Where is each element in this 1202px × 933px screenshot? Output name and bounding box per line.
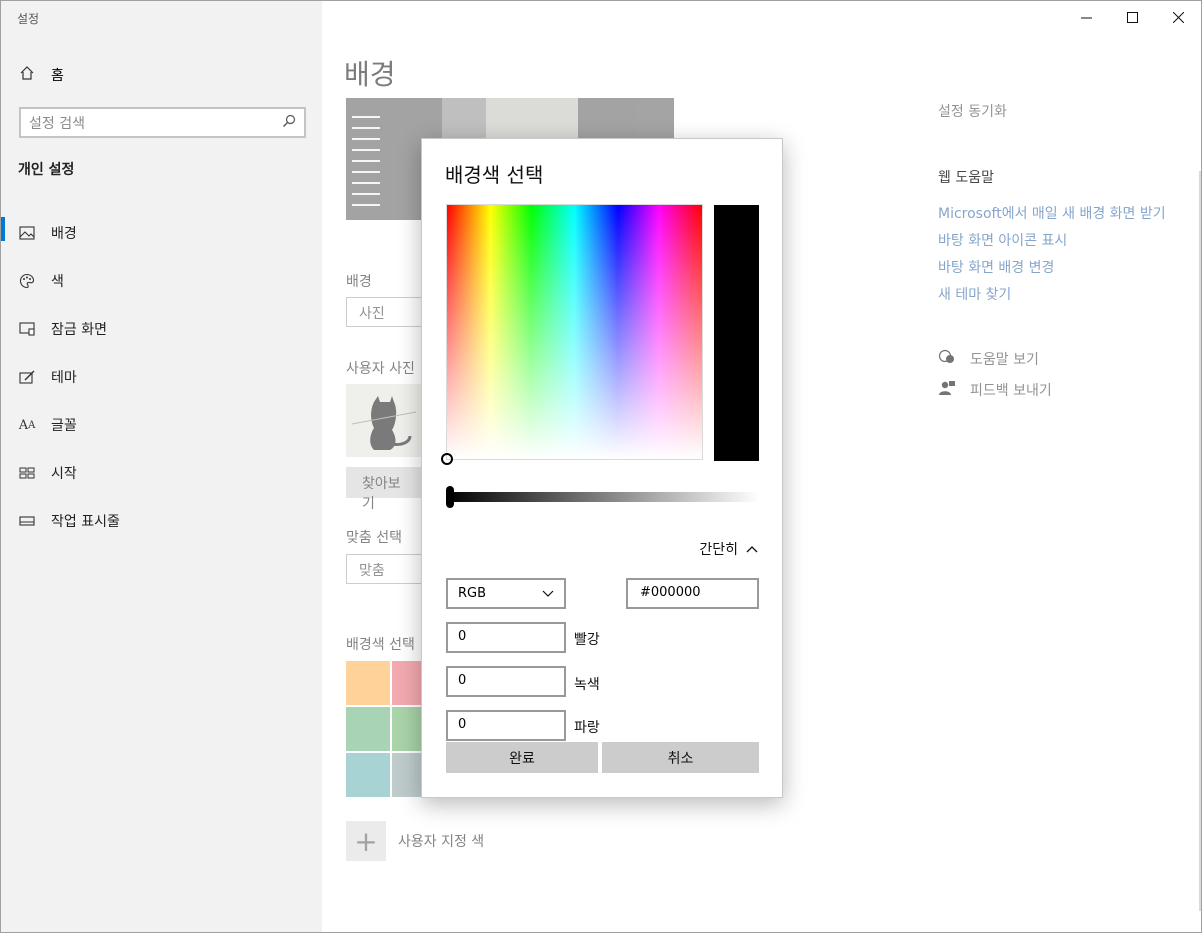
link-daily-wallpaper[interactable]: Microsoft에서 매일 새 배경 화면 받기 <box>938 203 1166 223</box>
green-input[interactable]: 0 <box>446 666 566 697</box>
sidebar-item-label: 작업 표시줄 <box>51 514 120 530</box>
sidebar-item-start[interactable]: 시작 <box>1 449 322 497</box>
feedback-label: 피드백 보내기 <box>970 383 1052 399</box>
sidebar-item-label: 색 <box>51 274 64 290</box>
sidebar-item-color[interactable]: 색 <box>1 257 322 305</box>
sidebar-item-label: 시작 <box>51 466 77 482</box>
plus-icon: + <box>346 821 386 861</box>
sidebar-item-label: 배경 <box>51 226 77 242</box>
cancel-button[interactable]: 취소 <box>602 742 759 773</box>
cat-photo-icon <box>351 396 417 450</box>
green-label: 녹색 <box>574 677 600 693</box>
sync-settings-link[interactable]: 설정 동기화 <box>938 101 1007 121</box>
home-label: 홈 <box>51 68 64 84</box>
color-swatch[interactable] <box>346 707 390 751</box>
feedback-link[interactable]: 피드백 보내기 <box>938 380 1052 400</box>
red-input[interactable]: 0 <box>446 622 566 653</box>
done-button[interactable]: 완료 <box>446 742 598 773</box>
browse-button[interactable]: 찾아보기 <box>346 467 426 512</box>
link-find-themes[interactable]: 새 테마 찾기 <box>938 284 1011 304</box>
palette-icon <box>19 273 35 289</box>
chevron-up-icon <box>746 546 758 553</box>
link-change-background[interactable]: 바탕 화면 배경 변경 <box>938 257 1054 277</box>
dialog-title: 배경색 선택 <box>445 163 544 187</box>
web-help-title: 웹 도움말 <box>938 170 994 186</box>
preview-image <box>486 98 578 140</box>
color-spectrum[interactable] <box>441 204 703 465</box>
sidebar-item-background[interactable]: 배경 <box>1 209 322 257</box>
page-title: 배경 <box>344 58 396 91</box>
section-title: 개인 설정 <box>18 162 75 178</box>
sidebar-item-theme[interactable]: 테마 <box>1 353 322 401</box>
sidebar-item-label: 테마 <box>51 370 77 386</box>
spectrum-handle[interactable] <box>441 453 453 465</box>
sidebar-item-taskbar[interactable]: 작업 표시줄 <box>1 497 322 545</box>
blue-label: 파랑 <box>574 720 600 736</box>
search-box[interactable]: 설정 검색 <box>19 107 306 138</box>
chevron-down-icon <box>542 590 554 597</box>
red-label: 빨강 <box>574 632 600 648</box>
less-label: 간단히 <box>699 542 738 558</box>
fit-label: 맞춤 선택 <box>346 530 402 546</box>
help-chat-icon <box>938 349 956 369</box>
link-desktop-icons[interactable]: 바탕 화면 아이콘 표시 <box>938 230 1067 250</box>
sidebar-item-font[interactable]: AA 글꼴 <box>1 401 322 449</box>
search-input[interactable]: 설정 검색 <box>29 113 85 133</box>
custom-color-button[interactable]: + 사용자 지정 색 <box>346 821 484 861</box>
color-swatch[interactable] <box>346 661 390 705</box>
sidebar-item-label: 잠금 화면 <box>51 322 107 338</box>
sidebar-item-label: 글꼴 <box>51 418 77 434</box>
sidebar: 설정 홈 설정 검색 개인 설정 배경 색 잠금 화면 테마 A A 글꼴 시작… <box>1 1 322 932</box>
lock-screen-icon <box>19 321 35 337</box>
sidebar-nav: 배경 색 잠금 화면 테마 AA 글꼴 시작 작업 표시줄 <box>1 209 322 545</box>
hex-input[interactable]: #000000 <box>626 578 759 609</box>
font-icon: AA <box>18 417 36 433</box>
less-toggle[interactable]: 간단히 <box>699 539 758 559</box>
search-icon[interactable] <box>282 114 296 132</box>
color-mode-value: RGB <box>458 586 487 601</box>
selected-color-preview <box>714 205 759 461</box>
feedback-person-icon <box>938 380 956 400</box>
color-picker-dialog: 배경색 선택 간단히 RGB #000000 0 빨강 0 녹색 0 파랑 완료… <box>421 138 783 798</box>
custom-color-label: 사용자 지정 색 <box>398 834 485 850</box>
theme-brush-icon <box>19 369 35 385</box>
blue-input[interactable]: 0 <box>446 710 566 741</box>
home-nav-item[interactable]: 홈 <box>19 65 64 85</box>
start-tiles-icon <box>19 465 35 481</box>
background-label: 배경 <box>346 274 372 290</box>
get-help-label: 도움말 보기 <box>970 352 1039 368</box>
photo-thumbnail[interactable] <box>346 384 422 457</box>
slider-thumb[interactable] <box>446 486 454 508</box>
home-icon <box>19 65 35 85</box>
color-swatch[interactable] <box>346 753 390 797</box>
color-mode-select[interactable]: RGB <box>446 578 566 609</box>
bg-color-label: 배경색 선택 <box>346 637 415 653</box>
app-title: 설정 <box>17 12 40 26</box>
brightness-slider[interactable] <box>446 486 759 508</box>
picture-icon <box>19 225 35 241</box>
get-help-link[interactable]: 도움말 보기 <box>938 349 1039 369</box>
preview-start-menu <box>352 116 380 215</box>
taskbar-icon <box>19 513 35 529</box>
settings-window: 설정 홈 설정 검색 개인 설정 배경 색 잠금 화면 테마 A A 글꼴 시작… <box>0 0 1202 933</box>
sidebar-item-lock-screen[interactable]: 잠금 화면 <box>1 305 322 353</box>
photo-label: 사용자 사진 <box>346 361 415 377</box>
